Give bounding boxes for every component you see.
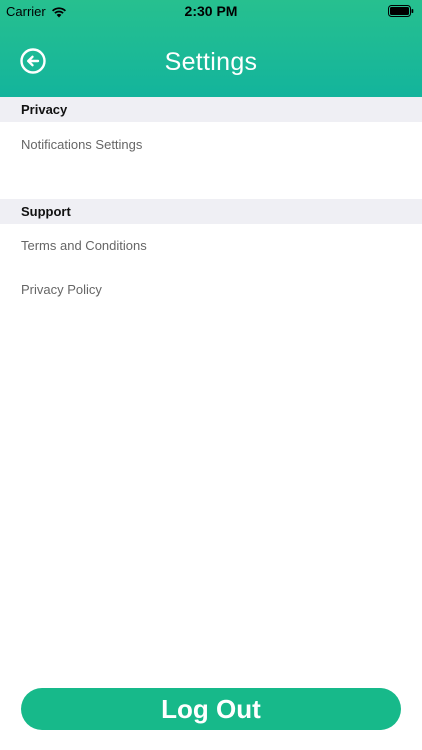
logout-button[interactable]: Log Out [21,688,401,730]
battery-full-icon [388,5,414,17]
status-bar: Carrier 2:30 PM [0,0,422,24]
page-title: Settings [164,48,258,76]
row-notifications-settings[interactable]: Notifications Settings [0,125,422,165]
section-header-privacy: Privacy [0,97,422,122]
status-time: 2:30 PM [184,3,238,19]
settings-screen: Carrier 2:30 PM Settings Privacy Notific… [0,0,422,750]
section-header-support: Support [0,199,422,224]
header-bar: Carrier 2:30 PM Settings [0,0,422,97]
row-terms-and-conditions[interactable]: Terms and Conditions [0,226,422,266]
row-privacy-policy[interactable]: Privacy Policy [0,270,422,310]
